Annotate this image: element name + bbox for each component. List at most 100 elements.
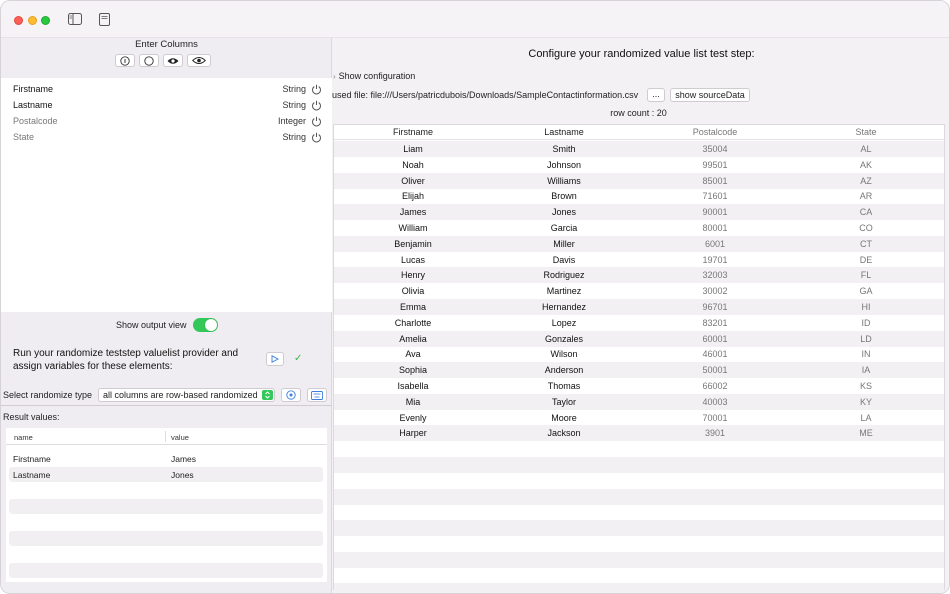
sidebar-toggle-icon[interactable] xyxy=(68,13,82,26)
divider xyxy=(1,405,332,406)
left-panel: Enter Columns Firstname String Lastname … xyxy=(1,38,332,593)
postalcode-column-header[interactable]: Postalcode xyxy=(640,127,790,137)
power-icon[interactable] xyxy=(311,100,322,111)
column-name: State xyxy=(13,132,35,142)
circle-icon xyxy=(144,55,154,66)
firstname-cell: Liam xyxy=(403,144,423,154)
randomize-type-value: all columns are row-based randomized xyxy=(103,390,258,400)
power-icon[interactable] xyxy=(311,84,322,95)
eye-outline-icon xyxy=(192,57,206,64)
empty-row xyxy=(334,520,944,537)
lastname-cell: Rodriguez xyxy=(543,270,585,281)
table-row[interactable]: Oliver Williams 85001 AZ xyxy=(334,172,944,189)
lastname-column-header[interactable]: Lastname xyxy=(489,127,639,137)
state-cell: KY xyxy=(859,396,872,407)
minimize-window-button[interactable] xyxy=(28,16,37,25)
column-row[interactable]: Firstname String xyxy=(1,82,332,98)
circle-button[interactable] xyxy=(139,54,159,67)
state-cell: KS xyxy=(859,381,872,391)
keyboard-icon xyxy=(311,390,323,400)
postalcode-cell: 3901 xyxy=(704,428,726,439)
state-cell: LA xyxy=(860,412,872,423)
column-row[interactable]: Lastname String xyxy=(1,98,332,114)
empty-row xyxy=(9,499,323,514)
lastname-cell: Miller xyxy=(553,238,575,249)
firstname-cell: Noah xyxy=(402,159,424,170)
firstname-cell: William xyxy=(398,223,428,233)
info-icon xyxy=(120,55,130,66)
table-row[interactable]: Sophia Anderson 50001 IA xyxy=(334,362,944,379)
run-button[interactable] xyxy=(266,352,284,366)
show-source-data-button[interactable]: show sourceData xyxy=(670,88,750,102)
lastname-cell: Moore xyxy=(551,412,577,423)
result-table-header: name value xyxy=(6,428,327,445)
state-cell: FL xyxy=(860,270,872,281)
table-row[interactable]: Henry Rodriguez 32003 FL xyxy=(334,267,944,284)
empty-row xyxy=(334,551,944,568)
lastname-cell: Hernandez xyxy=(541,302,587,312)
firstname-column-header[interactable]: Firstname xyxy=(338,127,488,137)
postalcode-cell: 35004 xyxy=(702,144,728,154)
configure-title: Configure your randomized value list tes… xyxy=(528,48,755,60)
browse-file-button[interactable]: ... xyxy=(647,88,665,102)
randomize-type-select[interactable]: all columns are row-based randomized xyxy=(98,388,275,402)
state-cell: CT xyxy=(860,238,872,249)
table-row[interactable]: Isabella Thomas 66002 KS xyxy=(334,378,944,394)
table-row[interactable]: Amelia Gonzales 60001 LD xyxy=(334,330,944,347)
state-cell: LD xyxy=(860,333,872,344)
table-row[interactable]: Ava Wilson 46001 IN xyxy=(334,346,944,362)
table-row[interactable]: Emma Hernandez 96701 HI xyxy=(334,299,944,315)
state-column-header[interactable]: State xyxy=(791,127,941,137)
lastname-cell: Brown xyxy=(551,191,577,202)
table-row[interactable]: Charlotte Lopez 83201 ID xyxy=(334,315,944,331)
eye-outline-button[interactable] xyxy=(187,54,211,67)
output-view-label: Show output view xyxy=(116,320,187,330)
postalcode-cell: 32003 xyxy=(702,270,728,281)
table-row[interactable]: William Garcia 80001 CO xyxy=(334,220,944,236)
table-row[interactable]: Lucas Davis 19701 DE xyxy=(334,252,944,268)
show-configuration-disclosure[interactable]: › Show configuration xyxy=(333,71,415,81)
state-cell: ID xyxy=(861,317,871,328)
table-row[interactable]: Elijah Brown 71601 AR xyxy=(334,188,944,204)
table-row[interactable]: Liam Smith 35004 AL xyxy=(334,141,944,157)
power-icon[interactable] xyxy=(311,132,322,143)
postalcode-cell: 90001 xyxy=(702,207,728,218)
table-row[interactable]: Evenly Moore 70001 LA xyxy=(334,410,944,426)
table-row[interactable]: James Jones 90001 CA xyxy=(334,204,944,221)
output-view-toggle[interactable] xyxy=(193,318,218,332)
postalcode-cell: 70001 xyxy=(702,412,728,423)
document-icon[interactable] xyxy=(99,13,110,26)
state-cell: CA xyxy=(859,207,873,218)
column-type: String xyxy=(282,84,306,94)
column-row[interactable]: State String xyxy=(1,130,332,146)
output-view-toggle-row: Show output view xyxy=(1,317,332,335)
eye-button[interactable] xyxy=(163,54,183,67)
result-row[interactable]: Firstname James xyxy=(9,451,323,466)
result-row[interactable]: Lastname Jones xyxy=(9,467,323,482)
table-row[interactable]: Benjamin Miller 6001 CT xyxy=(334,235,944,252)
value-column-header[interactable]: value xyxy=(171,433,189,442)
firstname-cell: James xyxy=(399,207,427,218)
table-row[interactable]: Mia Taylor 40003 KY xyxy=(334,393,944,410)
table-row[interactable]: Olivia Martinez 30002 GA xyxy=(334,283,944,299)
postalcode-cell: 46001 xyxy=(702,349,728,360)
keyboard-button[interactable] xyxy=(307,388,327,402)
randomize-type-label: Select randomize type xyxy=(3,390,93,400)
table-row[interactable]: Harper Jackson 3901 ME xyxy=(334,425,944,442)
result-table: name value Firstname James Lastname Jone… xyxy=(6,428,327,582)
zoom-window-button[interactable] xyxy=(41,16,50,25)
firstname-cell: Lucas xyxy=(400,254,426,265)
state-cell: AZ xyxy=(860,175,872,186)
lastname-cell: Johnson xyxy=(546,159,582,170)
close-window-button[interactable] xyxy=(14,16,23,25)
info-button[interactable] xyxy=(115,54,135,67)
power-icon[interactable] xyxy=(311,116,322,127)
column-name: Postalcode xyxy=(13,116,58,126)
postalcode-cell: 19701 xyxy=(702,254,728,265)
add-button[interactable] xyxy=(281,388,301,402)
name-column-header[interactable]: name xyxy=(14,433,33,442)
table-row[interactable]: Noah Johnson 99501 AK xyxy=(334,157,944,173)
column-row[interactable]: Postalcode Integer xyxy=(1,114,332,130)
firstname-cell: Elijah xyxy=(401,191,424,202)
firstname-cell: Mia xyxy=(405,396,421,407)
